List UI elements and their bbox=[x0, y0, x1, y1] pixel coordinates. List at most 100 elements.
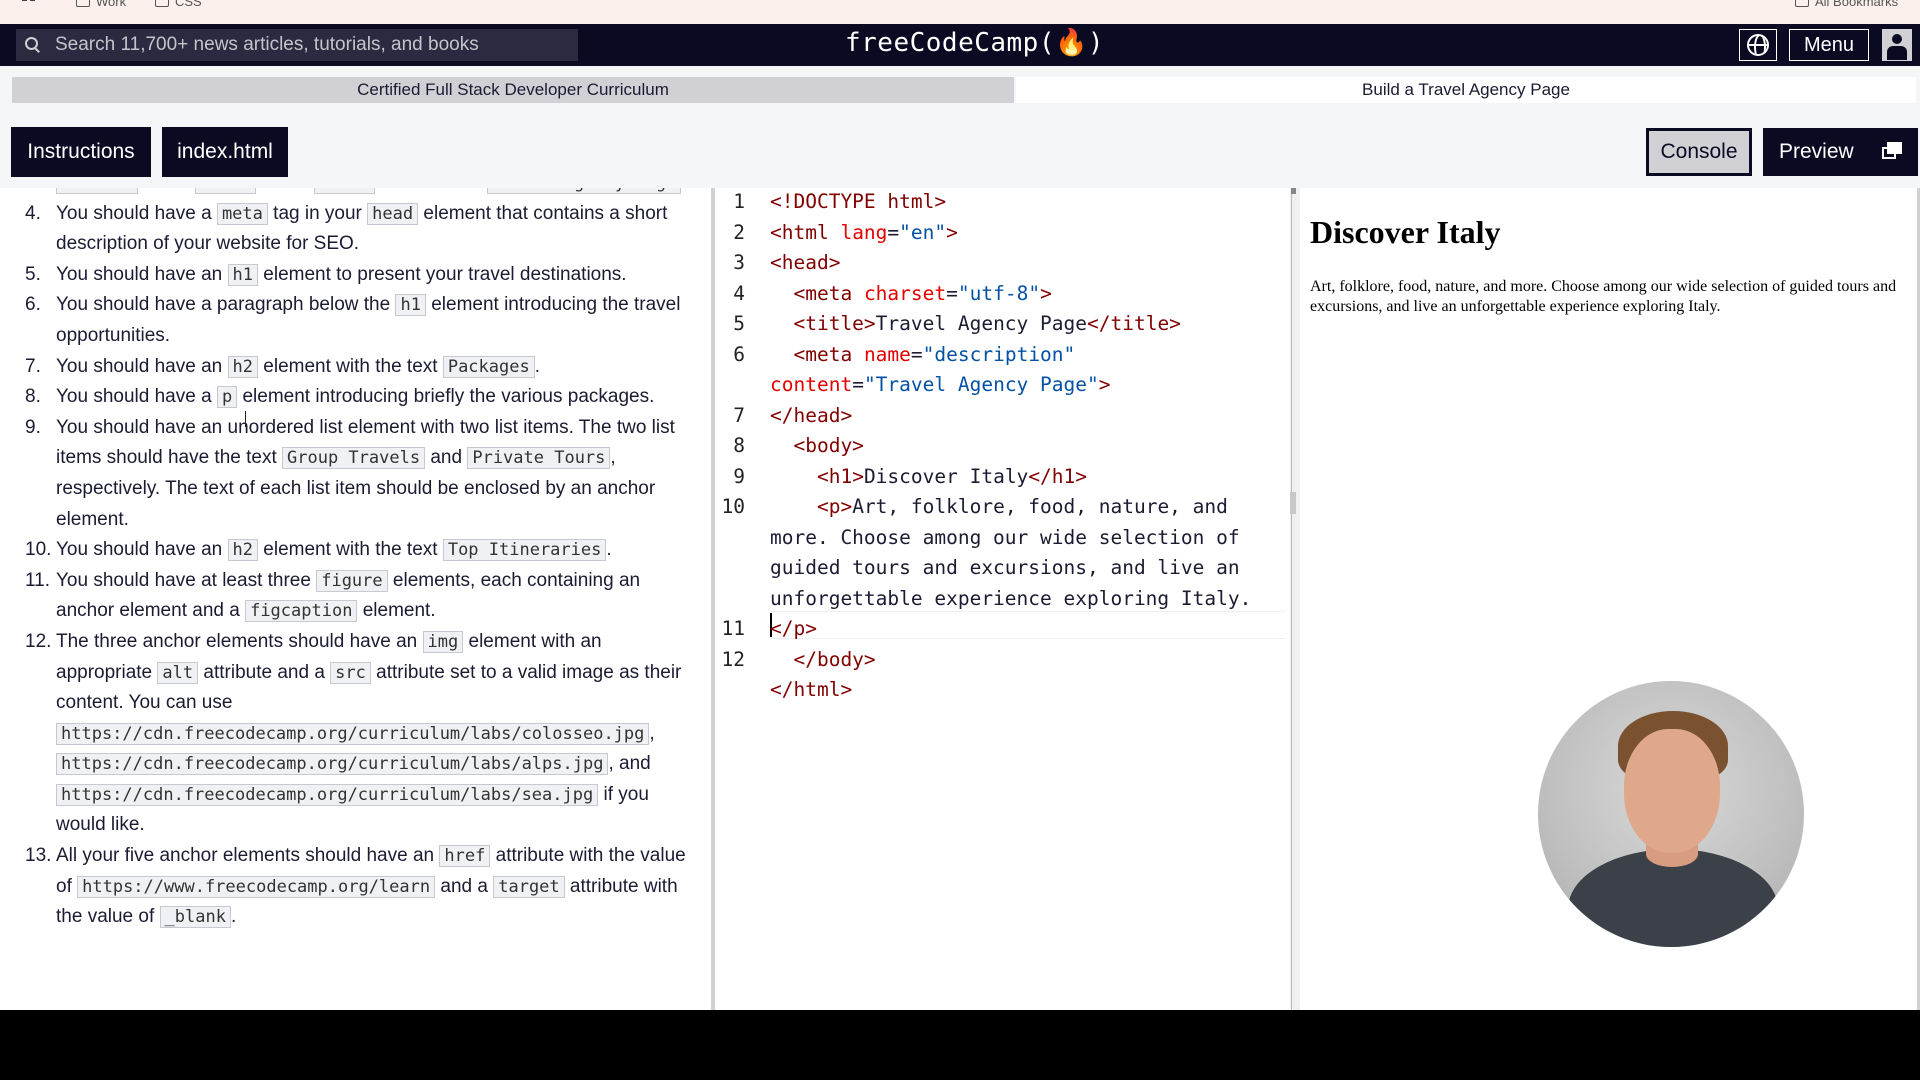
search-icon bbox=[25, 37, 41, 53]
scrollbar-thumb bbox=[1291, 188, 1296, 194]
current-line-highlight bbox=[770, 611, 1285, 639]
inline-code: h2 bbox=[227, 355, 258, 378]
instruction-text: tag in your bbox=[267, 202, 368, 224]
line-number: 2 bbox=[733, 220, 745, 244]
instructions-list: charset set to utf-8 and a title with th… bbox=[0, 188, 692, 933]
code-token: = bbox=[946, 281, 958, 305]
language-button[interactable] bbox=[1739, 29, 1777, 61]
code-token: content bbox=[770, 373, 853, 396]
menu-button[interactable]: Menu bbox=[1789, 29, 1869, 61]
code-token: </body> bbox=[793, 647, 876, 671]
instruction-item: 8. You should have a p element introducin… bbox=[0, 382, 692, 413]
code-token: </p> bbox=[770, 617, 817, 640]
code-token: = bbox=[910, 342, 923, 366]
instruction-item: 9. You should have an unordered list elem… bbox=[0, 413, 692, 535]
instruction-item: 6. You should have a paragraph below the … bbox=[0, 290, 692, 351]
code-token: guided tours and excursions, and live an bbox=[770, 556, 1240, 579]
breadcrumb-challenge: Build a Travel Agency Page bbox=[1016, 77, 1916, 103]
instruction-text: element to present your travel destinati… bbox=[258, 263, 627, 285]
inline-code: href bbox=[439, 845, 491, 868]
code-token: > bbox=[1098, 373, 1111, 396]
instruction-text: , bbox=[649, 722, 655, 744]
editor-scrollbar[interactable] bbox=[1290, 188, 1300, 1010]
breadcrumb-curriculum[interactable]: Certified Full Stack Developer Curriculu… bbox=[12, 77, 1014, 103]
folder-icon bbox=[1795, 0, 1809, 7]
preview-button[interactable]: Preview bbox=[1763, 128, 1918, 176]
preview-heading: Discover Italy bbox=[1310, 214, 1501, 250]
instruction-text: All your five anchor elements should hav… bbox=[56, 845, 440, 867]
instruction-text: element introducing briefly the various … bbox=[237, 386, 655, 408]
inline-code: img bbox=[422, 630, 464, 653]
code-line: guided tours and excursions, and live an bbox=[770, 556, 1240, 579]
bookmark-label: Work bbox=[96, 0, 127, 9]
code-line: <meta charset="utf-8"> bbox=[770, 281, 1052, 305]
inline-code: https://cdn.freecodecamp.org/curriculum/… bbox=[56, 783, 599, 806]
code-line: <h1>Discover Italy</h1> bbox=[770, 465, 1087, 488]
all-bookmarks[interactable]: All Bookmarks bbox=[1795, 0, 1898, 9]
code-token: Art, folklore, food, nature, and bbox=[852, 495, 1228, 518]
tab-instructions[interactable]: Instructions bbox=[11, 127, 151, 177]
instruction-number: 5. bbox=[25, 263, 41, 285]
code-token: name bbox=[863, 342, 911, 366]
code-token: <h1> bbox=[816, 464, 864, 488]
webcam-overlay bbox=[1538, 681, 1804, 947]
inline-code: meta bbox=[216, 202, 268, 225]
instruction-number: 10. bbox=[25, 539, 52, 561]
line-number: 10 bbox=[721, 495, 745, 518]
code-line: <p>Art, folklore, food, nature, and bbox=[770, 495, 1228, 518]
inline-code: https://www.freecodecamp.org/learn bbox=[77, 875, 436, 898]
freecodecamp-logo[interactable]: freeCodeCamp(🔥) bbox=[845, 28, 1104, 58]
code-editor[interactable]: 1 <!DOCTYPE html> 2 <html lang="en"> 3 <head>… bbox=[715, 188, 1290, 1010]
instruction-item: 11. You should have at least three figure… bbox=[0, 566, 692, 627]
instruction-text: , and bbox=[608, 753, 651, 775]
avatar[interactable] bbox=[1882, 29, 1912, 61]
popout-window-icon[interactable] bbox=[1882, 142, 1902, 160]
code-token: <head> bbox=[770, 251, 841, 274]
instruction-text: element. bbox=[357, 600, 436, 622]
instruction-text: . bbox=[606, 539, 612, 561]
preview-divider-handle[interactable] bbox=[1290, 492, 1296, 514]
search-bar[interactable] bbox=[16, 29, 578, 61]
inline-code: https://cdn.freecodecamp.org/curriculum/… bbox=[56, 753, 609, 776]
bookmark-css[interactable]: CSS bbox=[155, 0, 202, 9]
line-number: 9 bbox=[733, 464, 745, 488]
code-token: lang bbox=[840, 220, 888, 244]
inline-code: head bbox=[367, 202, 419, 225]
code-token: > bbox=[1040, 281, 1052, 305]
instruction-text: and bbox=[425, 447, 468, 469]
code-line: <!DOCTYPE html> bbox=[770, 190, 946, 213]
top-navbar: freeCodeCamp(🔥) Menu bbox=[0, 24, 1920, 66]
inline-code: title bbox=[313, 188, 376, 194]
code-line: unforgettable experience exploring Italy… bbox=[770, 587, 1251, 610]
line-number: 7 bbox=[733, 403, 745, 427]
instruction-text: and a bbox=[256, 188, 314, 193]
code-token: Discover Italy bbox=[863, 464, 1029, 488]
code-token: "Travel Agency Page" bbox=[863, 373, 1099, 396]
bookmarks-bar: Work CSS All Bookmarks bbox=[0, 0, 1920, 24]
code-token: <title> bbox=[793, 312, 876, 335]
bookmark-work[interactable]: Work bbox=[76, 0, 126, 9]
instruction-number: 8. bbox=[25, 386, 41, 408]
code-token: "utf-8" bbox=[957, 281, 1041, 305]
code-line: <meta name="description" bbox=[770, 343, 1075, 366]
code-line: content="Travel Agency Page"> bbox=[770, 373, 1111, 396]
code-token: charset bbox=[863, 281, 947, 305]
instruction-item: 13. All your five anchor elements should … bbox=[0, 841, 692, 933]
instruction-text: You should have a paragraph below the bbox=[56, 294, 396, 316]
apps-grid-icon[interactable] bbox=[22, 0, 36, 8]
instruction-text: You should have an bbox=[56, 263, 228, 285]
code-token: more. Choose among our wide selection of bbox=[770, 525, 1240, 549]
search-input[interactable] bbox=[55, 34, 555, 56]
instruction-text: You should have an bbox=[56, 539, 228, 561]
inline-code: src bbox=[330, 661, 371, 684]
line-number: 1 bbox=[733, 190, 745, 213]
code-line: </p> bbox=[770, 617, 817, 640]
inline-code: charset bbox=[56, 188, 138, 194]
tab-index-html[interactable]: index.html bbox=[162, 127, 288, 177]
instruction-number: 6. bbox=[25, 294, 41, 316]
console-button[interactable]: Console bbox=[1646, 128, 1752, 176]
instruction-number: 12. bbox=[25, 630, 52, 652]
